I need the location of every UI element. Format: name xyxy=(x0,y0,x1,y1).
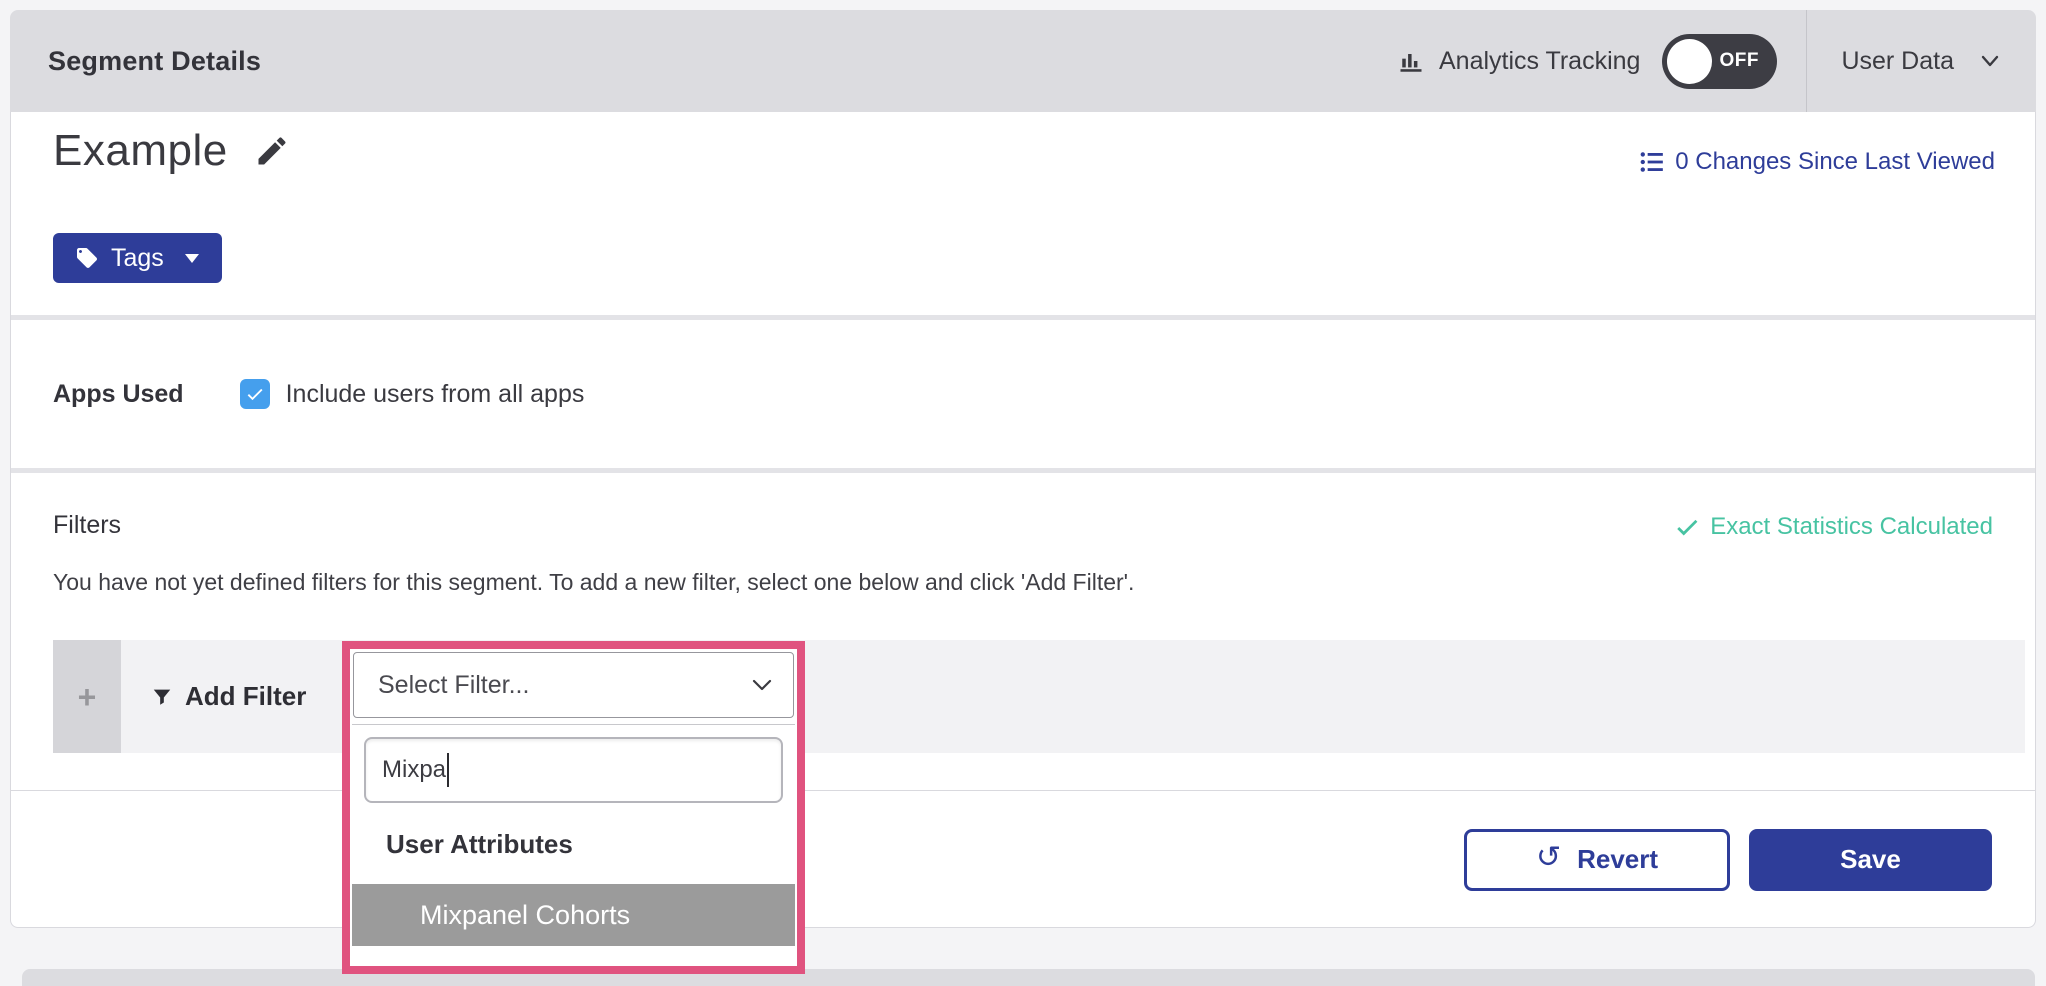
card-footer: ↺ Revert Save xyxy=(11,790,2035,928)
apps-used-section: Apps Used Include users from all apps xyxy=(11,320,2035,468)
filter-search-value: Mixpa xyxy=(382,756,446,784)
changes-link-label: 0 Changes Since Last Viewed xyxy=(1675,148,1995,176)
include-all-apps-checkbox[interactable] xyxy=(240,379,270,409)
revert-icon: ↺ xyxy=(1536,843,1561,873)
segment-name-row: Example xyxy=(53,126,290,176)
top-header-right: Analytics Tracking OFF User Data xyxy=(1397,10,2036,112)
filters-section: Filters Exact Statistics Calculated You … xyxy=(11,473,2035,790)
filter-select-highlight-box: Select Filter... Mixpa User Attributes M… xyxy=(342,641,805,974)
plus-icon: + xyxy=(78,681,97,713)
exact-statistics-label: Exact Statistics Calculated xyxy=(1710,513,1993,541)
user-data-dropdown[interactable]: User Data xyxy=(1807,47,2036,76)
chevron-down-icon xyxy=(751,678,773,692)
filter-select-control[interactable]: Select Filter... xyxy=(353,652,794,718)
bottom-panel-edge xyxy=(22,969,2035,986)
filters-empty-text: You have not yet defined filters for thi… xyxy=(53,569,1134,596)
add-filter-label-wrap: Add Filter xyxy=(151,640,306,753)
toggle-state-label: OFF xyxy=(1719,50,1759,72)
tags-dropdown-button[interactable]: Tags xyxy=(53,233,222,283)
apps-used-label: Apps Used xyxy=(53,380,184,409)
include-all-apps-label: Include users from all apps xyxy=(286,380,585,409)
funnel-icon xyxy=(151,686,173,708)
tag-icon xyxy=(75,246,99,270)
add-filter-label: Add Filter xyxy=(185,681,306,712)
save-button[interactable]: Save xyxy=(1749,829,1992,891)
option-group-header: User Attributes xyxy=(386,829,795,860)
user-data-label: User Data xyxy=(1841,47,1954,76)
top-header-bar: Segment Details Analytics Tracking OFF U… xyxy=(10,10,2036,112)
page-title: Segment Details xyxy=(10,46,261,77)
text-caret xyxy=(447,753,449,787)
filter-select-value: Select Filter... xyxy=(378,671,529,700)
option-mixpanel-cohorts[interactable]: Mixpanel Cohorts xyxy=(352,884,795,946)
toggle-knob xyxy=(1667,39,1712,84)
analytics-tracking-toggle[interactable]: OFF xyxy=(1662,34,1777,89)
filter-search-input[interactable]: Mixpa xyxy=(364,737,783,803)
revert-button[interactable]: ↺ Revert xyxy=(1464,829,1730,891)
add-filter-plus-button[interactable]: + xyxy=(53,640,121,753)
save-button-label: Save xyxy=(1840,844,1901,875)
exact-statistics-status: Exact Statistics Calculated xyxy=(1674,513,1993,541)
revert-button-label: Revert xyxy=(1577,844,1658,875)
analytics-tracking-label: Analytics Tracking xyxy=(1439,47,1640,76)
chevron-down-icon xyxy=(1980,54,2000,68)
filter-select-panel: Mixpa User Attributes Mixpanel Cohorts xyxy=(352,724,795,964)
bar-chart-icon xyxy=(1397,47,1425,75)
analytics-tracking-group: Analytics Tracking OFF xyxy=(1397,34,1806,89)
include-all-apps-row: Include users from all apps xyxy=(240,379,585,409)
list-icon xyxy=(1639,149,1665,175)
filters-title: Filters xyxy=(53,511,121,540)
segment-details-card: Example 0 Changes Since Last Viewed Tags… xyxy=(10,112,2036,928)
tags-button-label: Tags xyxy=(111,244,164,273)
caret-down-icon xyxy=(184,253,200,264)
check-icon xyxy=(1674,514,1700,540)
segment-name: Example xyxy=(53,126,228,176)
changes-since-last-viewed-link[interactable]: 0 Changes Since Last Viewed xyxy=(1639,148,1995,176)
segment-name-section: Example 0 Changes Since Last Viewed Tags xyxy=(11,112,2035,315)
pencil-icon[interactable] xyxy=(254,133,290,169)
